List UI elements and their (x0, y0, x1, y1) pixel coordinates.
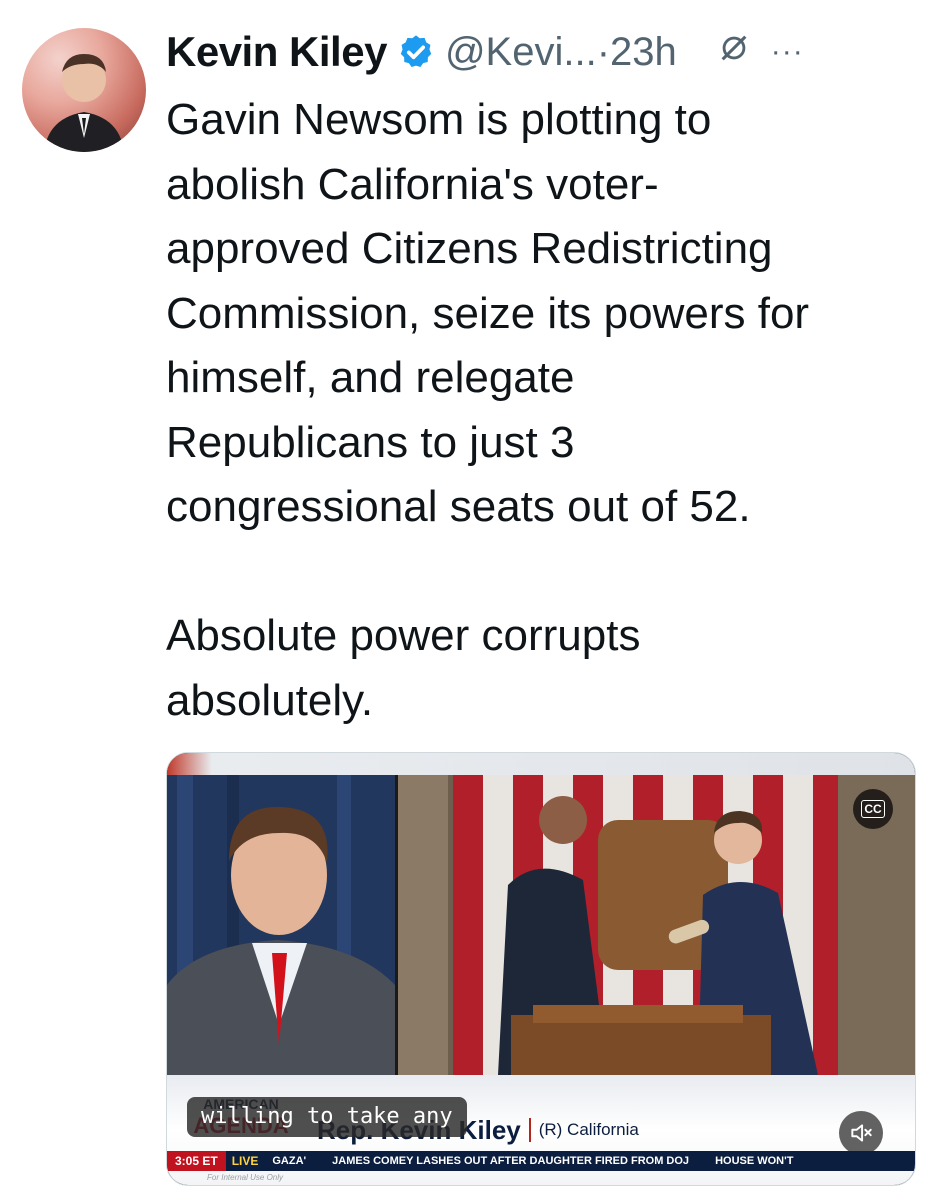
tweet-text: Gavin Newsom is plotting to abolish Cali… (166, 95, 810, 725)
news-ticker: 3:05 ET LIVE GAZA' JAMES COMEY LASHES OU… (167, 1151, 915, 1171)
author-handle[interactable]: @Kevi...·23h (445, 30, 677, 75)
avatar-photo (44, 54, 124, 152)
broadcast-footnote: For Internal Use Only (207, 1173, 284, 1182)
tweet-header: Kevin Kiley @Kevi...·23h ··· (166, 20, 926, 84)
video-player[interactable]: CC AMERICAN AGENDA Rep. Kevin Kiley (R) … (166, 752, 916, 1186)
timestamp: 23h (610, 29, 677, 74)
muted-speaker-icon[interactable] (839, 1111, 883, 1155)
avatar[interactable] (22, 28, 146, 152)
ticker-live-badge: LIVE (231, 1154, 259, 1168)
ticker-item: GAZA' (272, 1155, 307, 1167)
verified-badge-icon (397, 33, 435, 71)
lower-third-party: (R) California (538, 1120, 639, 1139)
video-caption: willing to take any (187, 1097, 467, 1137)
video-right-pane (398, 775, 915, 1075)
broadcast-top-strip (167, 753, 915, 775)
closed-captions-icon[interactable]: CC (853, 789, 893, 829)
ticker-item: HOUSE WON'T (715, 1155, 794, 1167)
video-left-pane (167, 775, 395, 1075)
ticker-time: 3:05 ET (167, 1151, 226, 1171)
lower-third-divider (528, 1118, 531, 1142)
grok-icon[interactable] (717, 31, 751, 74)
author-name[interactable]: Kevin Kiley (166, 28, 387, 76)
ticker-item: JAMES COMEY LASHES OUT AFTER DAUGHTER FI… (332, 1155, 690, 1167)
speaker-figure (167, 775, 395, 1075)
house-chamber-scene (398, 775, 915, 1075)
more-options-icon[interactable]: ··· (771, 35, 804, 69)
